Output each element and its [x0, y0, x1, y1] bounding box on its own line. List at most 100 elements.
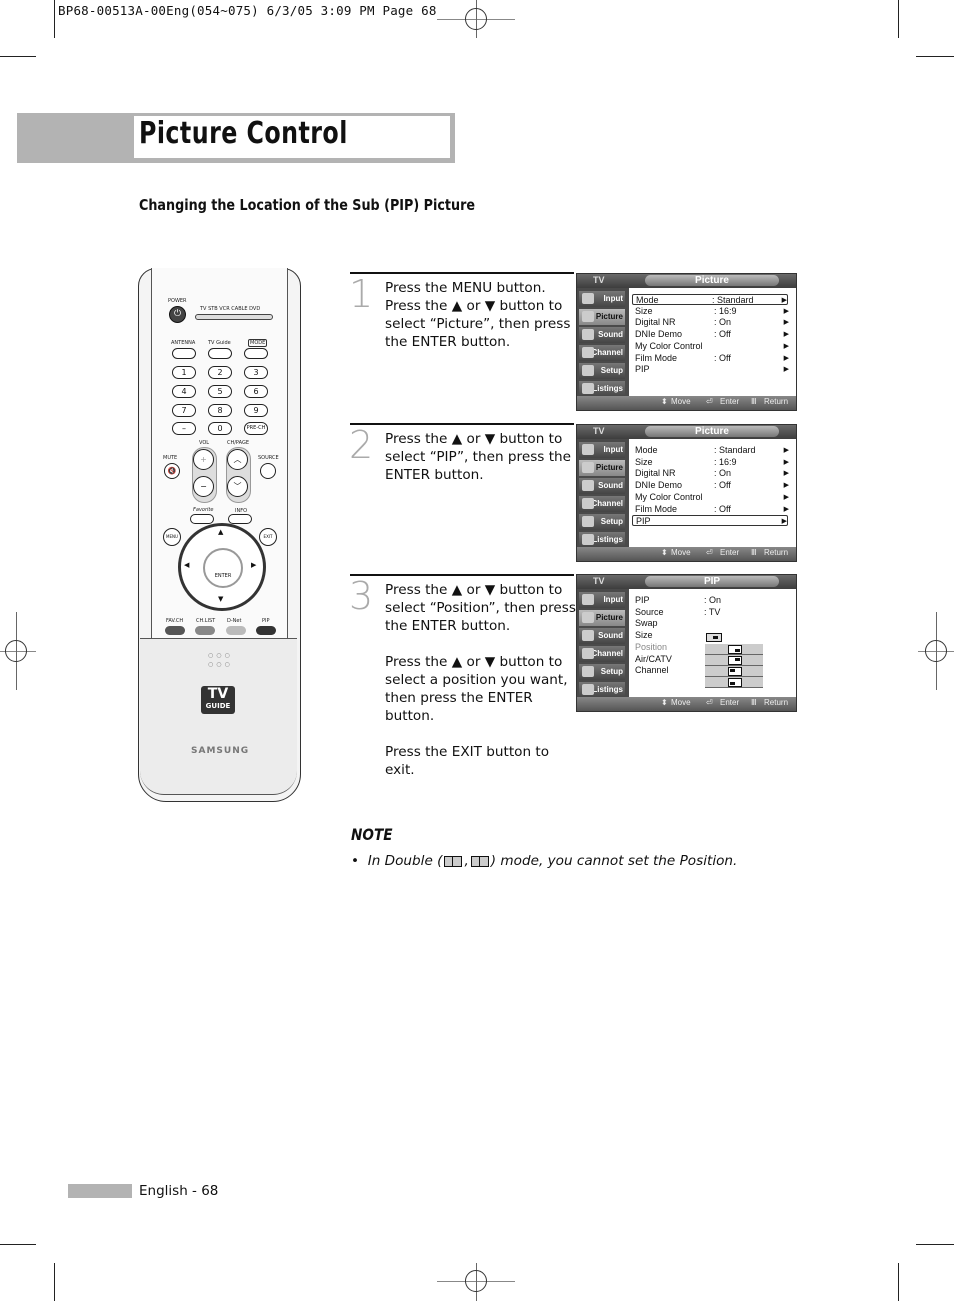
step-3-text: Press the ▲ or ▼ button to select “Posit…	[385, 581, 580, 797]
osd-row-label: DNIe Demo	[635, 480, 683, 491]
registration-mark	[465, 8, 487, 30]
ch-down-button: ﹀	[227, 476, 248, 497]
osd-sidebar-item-listings[interactable]: Listings	[579, 682, 625, 698]
osd-footer-enter: Enter	[720, 548, 740, 557]
led-dots: ○○○ ○○○	[208, 652, 233, 668]
osd-row-value: : Off	[714, 329, 731, 340]
dash-key: –	[172, 422, 196, 435]
osd-sidebar-label: Listings	[592, 535, 623, 544]
osd-footer-move: Move	[671, 548, 691, 557]
mode-indicator-bar	[195, 314, 273, 320]
osd-sidebar-item-channel[interactable]: Channel	[579, 646, 625, 662]
osd-footer-return: Return	[764, 698, 789, 707]
osd-menu-row[interactable]: Film Mode: Off ▶	[635, 504, 789, 515]
osd-menu-row[interactable]: Size: 16:9 ▶	[635, 306, 789, 317]
pip-position-option-bottom-left[interactable]	[705, 677, 763, 688]
osd-footer-return: Return	[764, 397, 789, 406]
osd-menu-row[interactable]: Mode: Standard ▶	[635, 445, 789, 456]
osd-sidebar-label: Listings	[592, 384, 623, 393]
osd-row-label: My Color Control	[635, 340, 703, 351]
osd-row-value: : Standard	[714, 445, 756, 455]
number-key: 4	[172, 385, 196, 398]
osd-sidebar-item-listings[interactable]: Listings	[579, 532, 625, 548]
osd-footer: ⬍ Move ⏎ Enter Ⅲ Return	[577, 396, 796, 410]
menu-button: MENU	[163, 528, 181, 546]
step-paragraph: Press the ▲ or ▼ button to select a posi…	[385, 654, 568, 724]
osd-menu-row[interactable]: My Color Control ▶	[635, 492, 789, 503]
osd-menu-panel: PIP: On Source: TV Swap Size Position Air/CAT…	[629, 589, 796, 697]
osd-sidebar-item-setup[interactable]: Setup	[579, 514, 625, 530]
osd-menu-row[interactable]: Source: TV	[635, 607, 789, 618]
page-number: English - 68	[139, 1183, 219, 1199]
osd-menu-row[interactable]: PIP ▶	[635, 364, 789, 375]
osd-menu-row[interactable]: Swap	[635, 618, 789, 629]
osd-row-label: DNIe Demo	[635, 329, 683, 340]
osd-sidebar-item-picture[interactable]: Picture	[579, 610, 625, 626]
osd-sidebar-item-sound[interactable]: Sound	[579, 327, 625, 343]
step-number: 2	[349, 423, 374, 467]
channel-icon	[582, 498, 594, 509]
number-key: 0	[208, 422, 232, 435]
pip-position-option-top-right[interactable]	[705, 655, 763, 666]
pip-position-icon	[728, 667, 742, 676]
osd-sidebar-item-input[interactable]: Input	[579, 592, 625, 608]
sound-icon	[582, 630, 594, 641]
osd-menu-row[interactable]: Size: 16:9 ▶	[635, 457, 789, 468]
osd-menu-row[interactable]: Film Mode: Off ▶	[635, 353, 789, 364]
osd-menu-row[interactable]: Mode: Standard ▶	[632, 294, 788, 305]
osd-sidebar-label: Listings	[592, 685, 623, 694]
tv-guide-logo: TV GUIDE	[201, 686, 235, 714]
osd-menu-row[interactable]: DNIe Demo: Off ▶	[635, 329, 789, 340]
osd-menu-row[interactable]: Digital NR: On ▶	[635, 317, 789, 328]
osd-sidebar-item-picture[interactable]: Picture	[579, 309, 625, 325]
info-button	[228, 514, 252, 524]
number-key: 2	[208, 366, 232, 379]
osd-menu-title: PIP	[645, 576, 779, 587]
osd-sidebar-label: Channel	[591, 649, 623, 658]
osd-sidebar-label: Setup	[600, 667, 623, 676]
listings-icon	[582, 534, 594, 545]
number-key: 7	[172, 404, 196, 417]
osd-sidebar-item-input[interactable]: Input	[579, 291, 625, 307]
osd-menu-row[interactable]: Digital NR: On ▶	[635, 468, 789, 479]
vol-down-button: −	[193, 476, 214, 497]
ch-list-label: CH.LIST	[196, 618, 216, 624]
osd-sidebar-item-picture[interactable]: Picture	[579, 460, 625, 476]
step-2-text: Press the ▲ or ▼ button to select “PIP”,…	[385, 430, 580, 502]
osd-sidebar-item-setup[interactable]: Setup	[579, 363, 625, 379]
osd-sidebar-label: Sound	[598, 631, 623, 640]
mode-source-labels: TV STB VCR CABLE DVD	[200, 306, 261, 312]
osd-sidebar-item-input[interactable]: Input	[579, 442, 625, 458]
osd-sidebar-label: Picture	[595, 312, 623, 321]
pip-position-option-bottom-right[interactable]	[705, 644, 763, 655]
osd-menu-row[interactable]: PIP ▶	[632, 515, 788, 527]
osd-row-label: Digital NR	[635, 317, 676, 328]
double-mode-icon	[444, 855, 463, 867]
channel-icon	[582, 648, 594, 659]
left-arrow-icon: ◀	[184, 561, 190, 569]
osd-sidebar-label: Input	[603, 595, 623, 604]
osd-sidebar-item-sound[interactable]: Sound	[579, 628, 625, 644]
osd-footer-move: Move	[671, 698, 691, 707]
vol-label: VOL	[199, 440, 210, 446]
osd-menu-row[interactable]: PIP: On	[635, 595, 789, 606]
osd-footer-enter: Enter	[720, 397, 740, 406]
osd-sidebar-item-channel[interactable]: Channel	[579, 345, 625, 361]
osd-sidebar-item-setup[interactable]: Setup	[579, 664, 625, 680]
osd-sidebar-item-channel[interactable]: Channel	[579, 496, 625, 512]
osd-sidebar-item-sound[interactable]: Sound	[579, 478, 625, 494]
step-paragraph: Press the ▲ or ▼ button to select “PIP”,…	[385, 431, 571, 483]
pip-position-option-top-left[interactable]	[705, 666, 763, 677]
pip-label: PIP	[262, 618, 270, 624]
osd-sidebar: Input Picture Sound Channel Setup Listings	[577, 288, 627, 397]
osd-sidebar-item-listings[interactable]: Listings	[579, 381, 625, 397]
source-label: SOURCE	[258, 455, 279, 461]
sound-icon	[582, 329, 594, 340]
osd-menu-row[interactable]: DNIe Demo: Off ▶	[635, 480, 789, 491]
osd-menu-row[interactable]: My Color Control ▶	[635, 341, 789, 352]
note-separator: ,	[464, 853, 469, 869]
osd-sidebar-label: Sound	[598, 481, 623, 490]
osd-menu-panel: Mode: Standard ▶ Size: 16:9 ▶ Digital NR: On…	[629, 439, 796, 547]
osd-sidebar-label: Sound	[598, 330, 623, 339]
number-key: 9	[244, 404, 268, 417]
